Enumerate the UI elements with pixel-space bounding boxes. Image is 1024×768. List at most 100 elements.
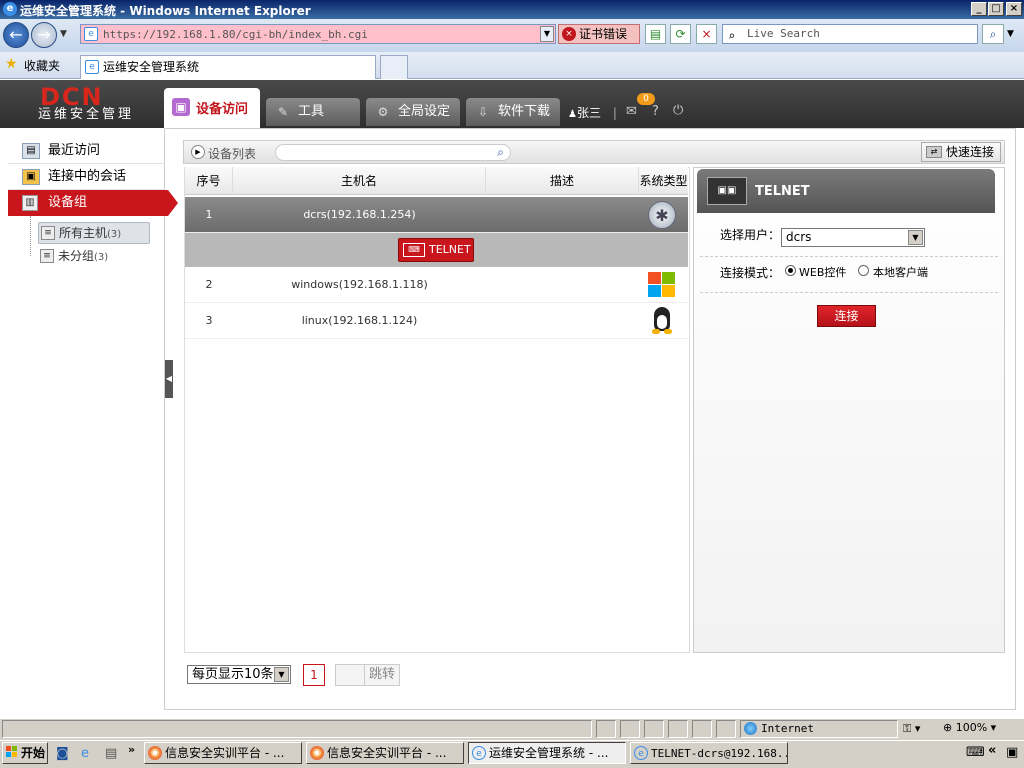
taskbar-item[interactable]: ◉ 信息安全实训平台 - ... [144, 742, 302, 764]
search-icon[interactable]: ⌕ [497, 145, 504, 160]
table-row[interactable]: 2 windows(192.168.1.118) [185, 267, 688, 303]
table-row[interactable]: 1 dcrs(192.168.1.254) ✱ [185, 197, 688, 233]
status-cell [692, 720, 712, 738]
ie-quicklaunch-icon[interactable]: e [81, 746, 89, 761]
zoom-control[interactable]: ⊕ 100% ▾ [943, 721, 996, 734]
tab-global-settings[interactable]: ⚙ 全局设定 [366, 98, 460, 126]
status-cell [668, 720, 688, 738]
taskbar-item[interactable]: ◉ 信息安全实训平台 - ... [306, 742, 464, 764]
power-icon[interactable]: ⏻ [673, 103, 683, 118]
app-quicklaunch-icon[interactable]: ▤ [105, 746, 117, 761]
address-toolbar: ← → ▼ e https://192.168.1.80/cgi-bh/inde… [0, 19, 1024, 52]
favorites-star-icon[interactable]: ★ [5, 56, 18, 72]
status-cell [716, 720, 736, 738]
host-group-icon: ≡ [41, 226, 55, 240]
collapse-sidebar-handle[interactable]: ◀ [165, 360, 173, 398]
linux-icon [651, 307, 673, 335]
sidebar-item-label: 设备组 [48, 195, 88, 210]
sidebar-item-sessions[interactable]: ▣ 连接中的会话 [8, 164, 165, 190]
column-header-host[interactable]: 主机名 [233, 167, 486, 195]
network-os-icon: ✱ [648, 201, 676, 229]
help-icon[interactable]: ? [652, 104, 659, 119]
mode-option-web: WEB控件 [799, 266, 847, 279]
tab-label: 软件下载 [498, 104, 551, 119]
page-jump-input[interactable] [335, 664, 365, 686]
show-desktop-icon[interactable]: ◙ [56, 746, 69, 761]
connect-button[interactable]: 连接 [817, 305, 876, 327]
start-button[interactable]: 开始 [2, 742, 48, 764]
quick-connect-button[interactable]: ⇄ 快速连接 [921, 142, 1001, 162]
protocol-title: TELNET [755, 184, 810, 199]
keyboard-tray-icon[interactable]: ⌨ [966, 745, 985, 760]
search-go-icon[interactable]: ⌕ [982, 24, 1004, 44]
column-header-desc[interactable]: 描述 [486, 167, 639, 195]
user-menu[interactable]: ♟张三 | [568, 104, 625, 121]
certificate-error-button[interactable]: × 证书错误 [558, 24, 640, 44]
user-name: 张三 [576, 106, 601, 120]
gear-icon: ⚙ [377, 105, 389, 119]
page-size-value: 每页显示10条 [192, 667, 274, 682]
forward-button[interactable]: → [31, 22, 57, 48]
row-host: windows(192.168.1.118) [291, 278, 428, 291]
mode-radio-web[interactable] [785, 265, 796, 276]
taskbar-item[interactable]: e 运维安全管理系统 - ... [468, 742, 626, 764]
telnet-label: TELNET [429, 243, 471, 256]
maximize-button[interactable]: □ [988, 2, 1004, 16]
address-dropdown-icon[interactable]: ▼ [540, 26, 554, 42]
search-input[interactable]: ⌕ Live Search [722, 24, 978, 44]
search-icon: ⌕ [728, 29, 736, 43]
column-header-no[interactable]: 序号 [185, 167, 233, 195]
sidebar-item-device-groups[interactable]: ▥ 设备组 [8, 190, 178, 216]
jump-button[interactable]: 跳转 [364, 664, 400, 686]
chevron-down-icon: ▼ [274, 667, 289, 682]
quicklaunch-more-icon[interactable]: » [128, 743, 135, 756]
mode-radio-local[interactable] [858, 265, 869, 276]
network-tray-icon[interactable]: ▣ [1006, 745, 1018, 760]
page-size-select[interactable]: 每页显示10条 ▼ [187, 665, 291, 684]
close-window-button[interactable]: × [1006, 2, 1022, 16]
favorites-label[interactable]: 收藏夹 [24, 57, 60, 74]
shield-icon: × [562, 27, 576, 41]
chevron-down-icon: ▼ [908, 230, 923, 245]
start-label: 开始 [21, 746, 46, 760]
search-options-icon[interactable]: ▼ [1007, 29, 1014, 39]
sidebar-item-recent[interactable]: ▤ 最近访问 [8, 138, 165, 164]
globe-icon [744, 722, 757, 735]
protected-mode-icon[interactable]: ⚿ ▾ [903, 722, 920, 736]
history-dropdown-icon[interactable]: ▼ [60, 29, 67, 39]
column-header-os[interactable]: 系统类型 [639, 167, 688, 195]
user-icon: ♟ [568, 109, 577, 120]
status-text [2, 720, 592, 738]
status-cell [596, 720, 616, 738]
table-row[interactable]: 3 linux(192.168.1.124) [185, 303, 688, 339]
tab-label: 全局设定 [398, 104, 451, 119]
tree-item-all-hosts[interactable]: ≡ 所有主机(3) [38, 222, 150, 244]
browser-tab[interactable]: e 运维安全管理系统 [80, 55, 376, 79]
tree-item-count: (3) [107, 229, 122, 240]
zone-indicator: Internet [740, 720, 898, 738]
tab-device-access[interactable]: ▣ 设备访问 [164, 88, 260, 128]
mail-icon[interactable]: ✉ [626, 104, 637, 119]
refresh-icon[interactable]: ⟳ [670, 24, 691, 44]
taskbar-item[interactable]: e TELNET-dcrs@192.168... [630, 742, 788, 764]
device-search-input[interactable]: ⌕ [275, 144, 511, 161]
address-bar[interactable]: e https://192.168.1.80/cgi-bh/index_bh.c… [80, 24, 556, 44]
play-icon[interactable]: ▶ [191, 145, 205, 159]
telnet-protocol-button[interactable]: ⌨ TELNET [398, 238, 474, 262]
stop-icon[interactable]: × [696, 24, 717, 44]
back-button[interactable]: ← [3, 22, 29, 48]
tab-tools[interactable]: ✎ 工具 [266, 98, 360, 126]
page-number-current[interactable]: 1 [303, 664, 325, 686]
zoom-icon: ⊕ [943, 721, 953, 734]
minimize-button[interactable]: _ [971, 2, 987, 16]
new-tab-button[interactable] [380, 55, 408, 79]
tree-item-label: 所有主机 [59, 226, 108, 240]
tree-item-ungrouped[interactable]: ≡ 未分组(3) [38, 246, 138, 268]
tray-expand-icon[interactable]: « [988, 743, 996, 758]
search-placeholder: Live Search [747, 27, 820, 40]
url-text: https://192.168.1.80/cgi-bh/index_bh.cgi [103, 28, 368, 41]
tab-software-download[interactable]: ⇩ 软件下载 [466, 98, 560, 126]
tab-label: 工具 [298, 104, 325, 119]
compatibility-icon[interactable]: ▤ [645, 24, 666, 44]
user-select[interactable]: dcrs ▼ [781, 228, 925, 247]
